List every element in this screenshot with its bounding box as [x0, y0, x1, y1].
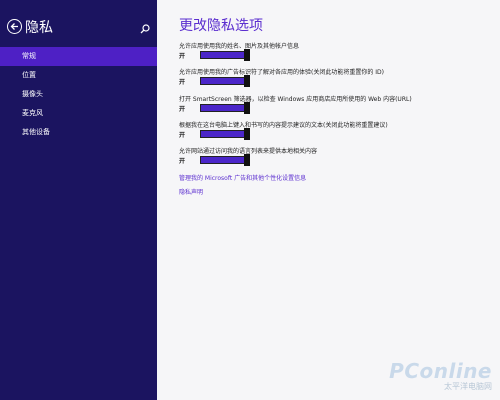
watermark-main: PConline — [389, 359, 492, 383]
option-state: 开 — [179, 79, 186, 86]
page-title: 更改隐私选项 — [179, 18, 263, 34]
toggle-thumb[interactable] — [244, 128, 250, 140]
back-arrow-icon[interactable] — [7, 19, 22, 34]
toggle-thumb[interactable] — [244, 75, 250, 87]
toggle-thumb[interactable] — [244, 154, 250, 166]
toggle-thumb[interactable] — [244, 102, 250, 114]
sidebar-item-location[interactable]: 位置 — [0, 66, 157, 85]
option-label: 允许应用使用我的广告标识符了解对各应用的体验(关闭此功能将重置你的 ID) — [179, 69, 384, 76]
option-label: 允许应用使用我的姓名、图片及其他帐户信息 — [179, 43, 300, 50]
sidebar-nav: 常规 位置 摄像头 麦克风 其他设备 — [0, 47, 157, 142]
sidebar-item-microphone[interactable]: 麦克风 — [0, 104, 157, 123]
watermark-logo: PConline 太平洋电脑网 — [389, 359, 492, 392]
option-state: 开 — [179, 132, 186, 139]
smartscreen-toggle[interactable] — [200, 102, 250, 114]
language-list-toggle[interactable] — [200, 154, 250, 166]
sidebar-title: 隐私 — [25, 20, 53, 36]
option-state: 开 — [179, 53, 186, 60]
toggle-thumb[interactable] — [244, 49, 250, 61]
option-label: 打开 SmartScreen 筛选器，以检查 Windows 应用商店应用所使用… — [179, 96, 412, 103]
search-icon[interactable] — [140, 19, 150, 38]
account-info-toggle[interactable] — [200, 49, 250, 61]
option-label: 根据我在这台电脑上键入和书写的内容提示建议的文本(关闭此功能将重置建议) — [179, 122, 388, 129]
manage-ad-settings-link[interactable]: 管理我的 Microsoft 广告和其他个性化设置信息 — [179, 173, 306, 182]
sidebar-item-general[interactable]: 常规 — [0, 47, 157, 66]
sidebar: 隐私 常规 位置 摄像头 麦克风 其他设备 — [0, 0, 157, 400]
main-content: 更改隐私选项 允许应用使用我的姓名、图片及其他帐户信息 开 允许应用使用我的广告… — [157, 0, 500, 400]
option-state: 开 — [179, 158, 186, 165]
text-suggestion-toggle[interactable] — [200, 128, 250, 140]
privacy-statement-link[interactable]: 隐私声明 — [179, 187, 203, 196]
sidebar-item-camera[interactable]: 摄像头 — [0, 85, 157, 104]
option-state: 开 — [179, 106, 186, 113]
advertising-id-toggle[interactable] — [200, 75, 250, 87]
sidebar-item-other-devices[interactable]: 其他设备 — [0, 123, 157, 142]
